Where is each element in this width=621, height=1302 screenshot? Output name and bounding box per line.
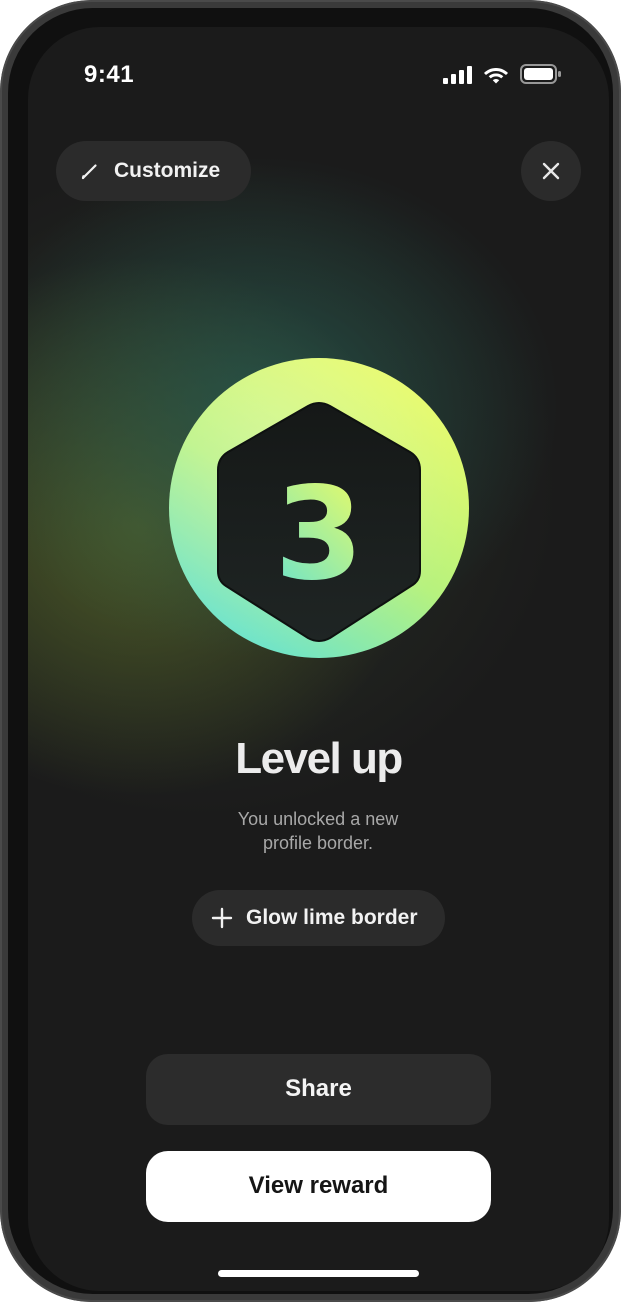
phone-bezel: 9:41 Customize 3 Level up You unlocked a… [8,8,613,1294]
home-indicator[interactable] [218,1270,419,1277]
close-button[interactable] [521,141,581,201]
badge-level-number: 3 [274,460,363,609]
phone-frame: 9:41 Customize 3 Level up You unlocked a… [0,0,621,1302]
page-subtitle: You unlocked a new profile border. [237,809,399,853]
screen: 9:41 Customize 3 Level up You unlocked a… [28,27,609,1291]
status-time: 9:41 [84,61,135,88]
share-button-label: Share [285,1075,352,1102]
level-badge: 3 [169,358,469,658]
view-reward-button[interactable]: View reward [146,1151,491,1222]
cellular-signal-icon [443,66,472,84]
view-reward-button-label: View reward [248,1172,389,1199]
wifi-icon [484,68,508,84]
pencil-icon [81,164,97,180]
page-title: Level up [235,734,403,783]
battery-icon [520,64,561,84]
close-icon [542,162,560,180]
reward-chip-label: Glow lime border [246,906,418,929]
customize-button[interactable]: Customize [56,141,251,201]
share-button[interactable]: Share [146,1054,491,1125]
customize-label: Customize [114,159,221,182]
reward-chip[interactable]: Glow lime border [192,890,445,946]
status-icons [443,64,563,86]
plus-icon [211,907,233,929]
